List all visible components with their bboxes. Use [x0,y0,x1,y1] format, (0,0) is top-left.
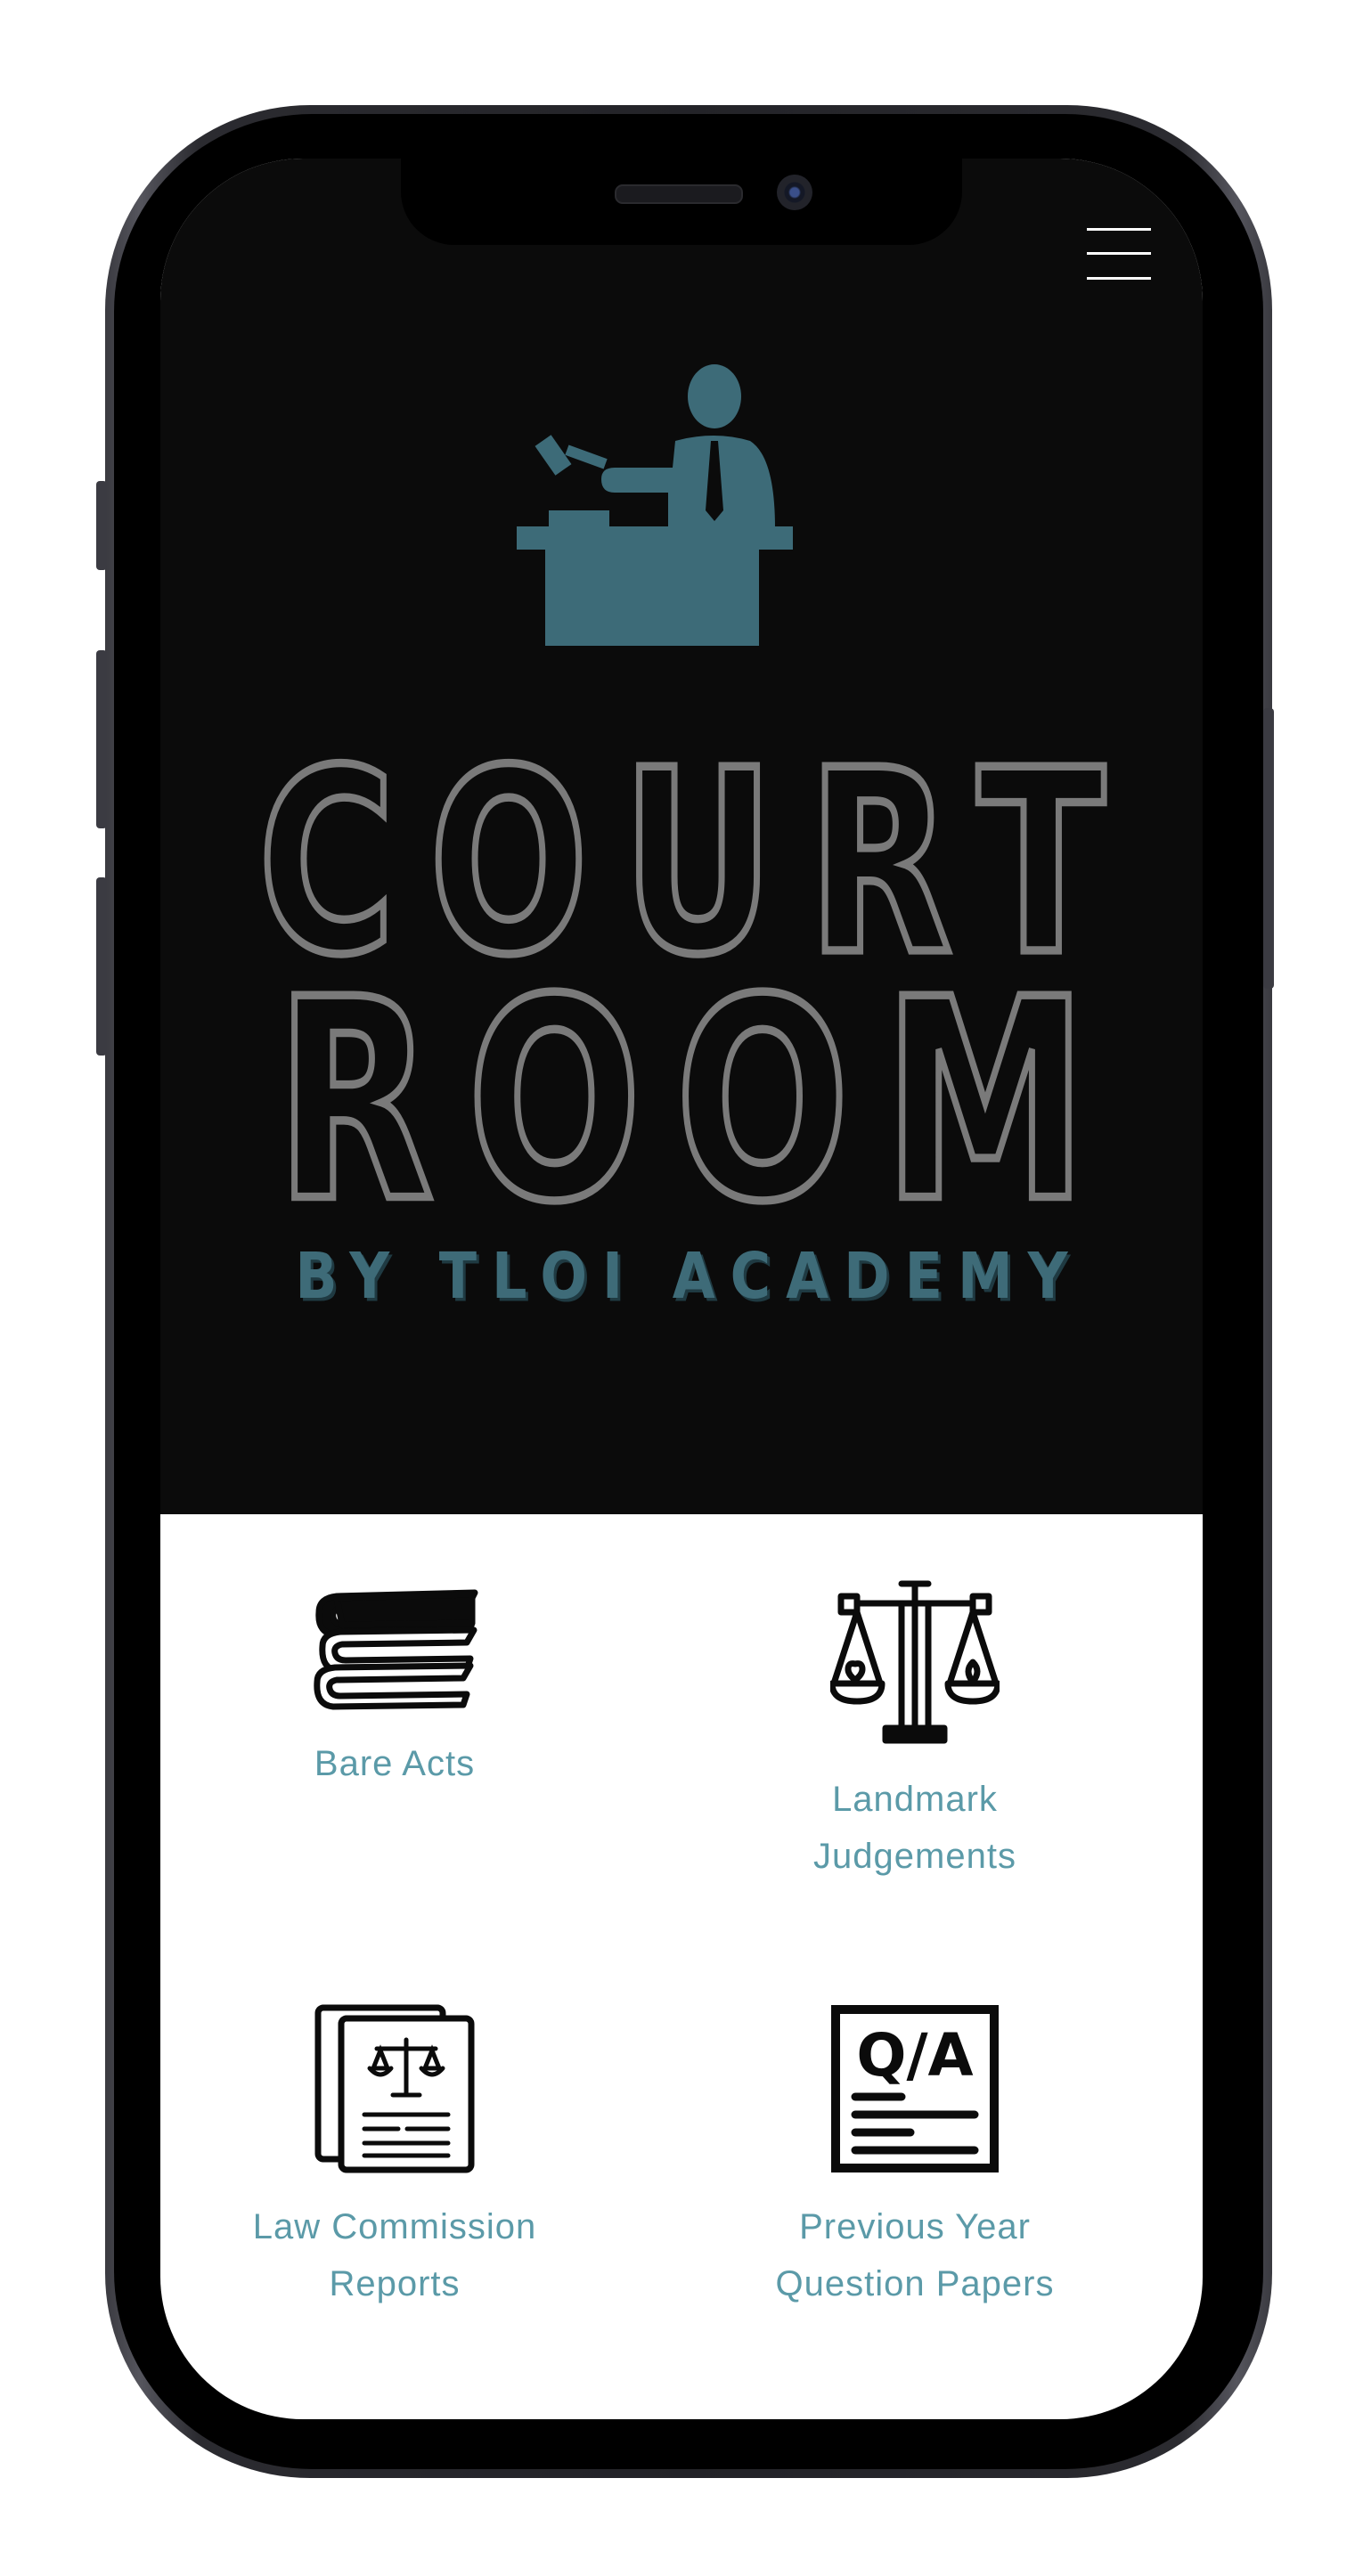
svg-text:Q/A: Q/A [856,2021,973,2090]
judge-gavel-logo-icon [517,364,793,646]
qa-paper-icon: Q/A [831,2005,999,2172]
law-commission-reports-label: Law Commission Reports [252,2207,537,2303]
books-stack-icon [314,1589,478,1710]
volume-down-button [96,877,107,1056]
earpiece-speaker [615,184,743,204]
hamburger-menu-button[interactable] [1087,228,1151,280]
bare-acts-label: Bare Acts [314,1744,476,1783]
phone-screen: COURT ROOM BY TLOI ACADEMY Bare Acts Lan… [160,159,1203,2419]
volume-up-button [96,650,107,828]
phone-notch [401,156,962,245]
bare-acts-card[interactable]: Bare Acts [172,1577,617,1792]
previous-year-papers-label: Previous Year Question Papers [775,2207,1055,2303]
front-camera [777,175,812,210]
law-commission-reports-card[interactable]: Law Commission Reports [172,2004,617,2312]
logo-title-line2: ROOM [273,942,1122,1263]
mute-switch [96,481,107,570]
landmark-judgements-label: Landmark Judgements [813,1780,1016,1876]
power-button [1263,708,1274,989]
logo-tagline: BY TLOI ACADEMY [295,1238,1083,1314]
landmark-judgements-card[interactable]: Landmark Judgements [692,1577,1138,1885]
previous-year-papers-card[interactable]: Q/A Previous Year Question Papers [692,2004,1138,2312]
hero-banner: COURT ROOM BY TLOI ACADEMY [160,159,1203,1514]
scales-of-justice-icon [830,1580,1000,1744]
legal-document-icon [314,2004,475,2173]
